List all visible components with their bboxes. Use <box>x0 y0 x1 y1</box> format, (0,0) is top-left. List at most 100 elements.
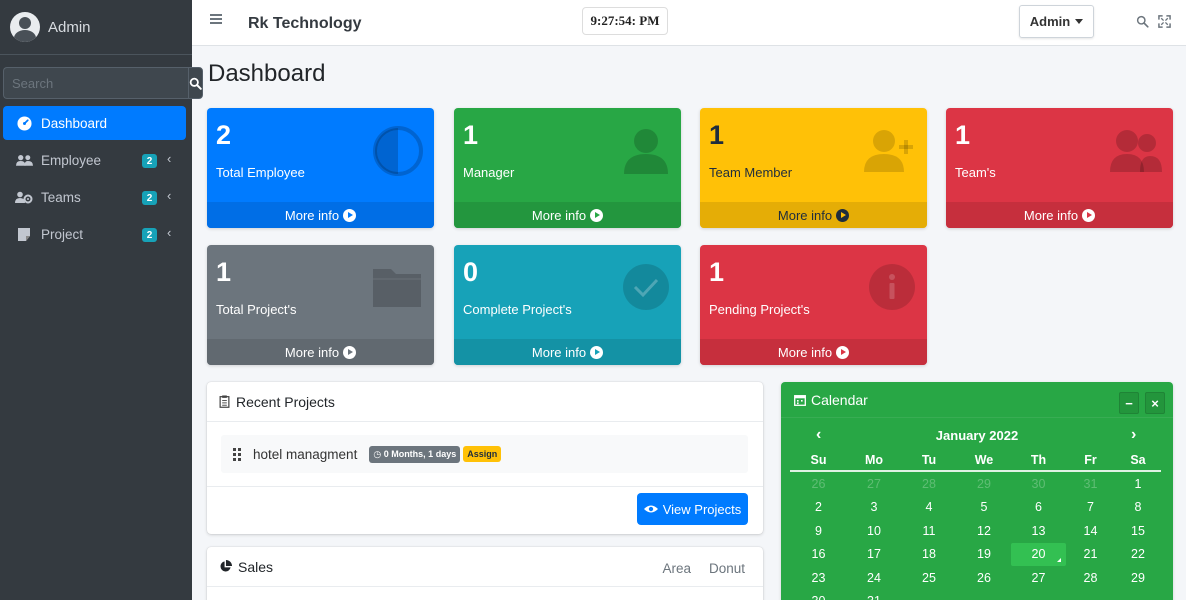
sidebar-item-label: Employee <box>41 152 102 168</box>
view-projects-button[interactable]: View Projects <box>637 493 748 525</box>
weekday-header: Tu <box>901 450 957 472</box>
more-info-link[interactable]: More info <box>700 202 927 228</box>
calendar-day[interactable]: 31 <box>1066 472 1115 496</box>
sidebar-item-project[interactable]: Project 2 ‹ <box>3 217 186 251</box>
sidebar-item-teams[interactable]: Teams 2 ‹ <box>3 180 186 214</box>
search-button[interactable] <box>188 67 203 99</box>
search-icon[interactable] <box>1136 15 1149 28</box>
stat-label: Complete Project's <box>463 302 572 317</box>
sidebar-item-employee[interactable]: Employee 2 ‹ <box>3 143 186 177</box>
calendar-day[interactable]: 19 <box>957 543 1011 567</box>
calendar-day[interactable]: 10 <box>847 519 901 543</box>
calendar-day[interactable]: 28 <box>1066 566 1115 590</box>
more-info-link[interactable]: More info <box>454 339 681 365</box>
calendar-icon <box>794 394 806 406</box>
brand-text: Admin <box>48 18 91 36</box>
more-info-link[interactable]: More info <box>207 339 434 365</box>
top-navbar: Rk Technology 9:27:54: PM Admin <box>192 0 1186 46</box>
minus-icon: − <box>1125 395 1133 411</box>
calendar-day[interactable]: 2 <box>790 496 847 520</box>
stat-label: Total Employee <box>216 165 305 180</box>
calendar-day[interactable]: 22 <box>1115 543 1161 567</box>
calendar-day[interactable]: 26 <box>957 566 1011 590</box>
chart-pie-icon <box>220 560 232 572</box>
calendar-day[interactable]: 23 <box>790 566 847 590</box>
user-menu-dropdown[interactable]: Admin <box>1019 5 1094 38</box>
sales-card: Sales Area Donut <box>207 547 763 600</box>
tab-donut[interactable]: Donut <box>709 561 745 576</box>
arrow-circle-right-icon <box>836 208 850 222</box>
calendar-day[interactable]: 6 <box>1011 496 1066 520</box>
sidebar-item-dashboard[interactable]: Dashboard <box>3 106 186 140</box>
stat-box-pending-projects: 1 Pending Project's More info <box>700 245 927 365</box>
calendar-day[interactable]: 28 <box>901 472 957 496</box>
brand[interactable]: Admin <box>0 0 192 55</box>
chevron-left-icon: ‹ <box>167 151 172 166</box>
duration-badge: ◷ 0 Months, 1 days <box>369 445 461 463</box>
next-month-button[interactable]: › <box>1131 426 1136 444</box>
calendar-day[interactable]: 7 <box>1066 496 1115 520</box>
calendar-day[interactable]: 24 <box>847 566 901 590</box>
calendar-day[interactable]: 30 <box>1011 472 1066 496</box>
calendar-day[interactable]: 11 <box>901 519 957 543</box>
card-title: Calendar <box>811 391 868 408</box>
more-info-link[interactable]: More info <box>946 202 1173 228</box>
duration-text: 0 Months, 1 days <box>383 448 457 459</box>
fullscreen-icon[interactable] <box>1158 15 1171 28</box>
stat-box-team-member: 1 Team Member More info <box>700 108 927 228</box>
calendar-day[interactable]: 29 <box>1115 566 1161 590</box>
calendar-day[interactable]: 1 <box>1115 472 1161 496</box>
calendar-day[interactable]: 15 <box>1115 519 1161 543</box>
calendar-day[interactable]: 14 <box>1066 519 1115 543</box>
more-info-link[interactable]: More info <box>700 339 927 365</box>
more-info-link[interactable]: More info <box>207 202 434 228</box>
search-input[interactable] <box>3 67 188 99</box>
list-item[interactable]: hotel managment ◷ 0 Months, 1 days Assig… <box>221 435 748 473</box>
calendar-day[interactable]: 9 <box>790 519 847 543</box>
calendar-day[interactable]: 5 <box>957 496 1011 520</box>
arrow-circle-right-icon <box>343 208 357 222</box>
more-info-label: More info <box>531 207 587 223</box>
calendar-day[interactable]: 26 <box>790 472 847 496</box>
calendar-day[interactable]: 12 <box>957 519 1011 543</box>
calendar-day[interactable]: 21 <box>1066 543 1115 567</box>
calendar-day[interactable]: 3 <box>847 496 901 520</box>
calendar-day[interactable]: 29 <box>957 472 1011 496</box>
calendar-day[interactable]: 4 <box>901 496 957 520</box>
more-info-label: More info <box>284 207 340 223</box>
calendar-day[interactable]: 20 <box>1011 542 1066 566</box>
sales-tabs: Area Donut <box>662 561 745 576</box>
user-plus-icon <box>864 130 913 172</box>
count-badge: 2 <box>142 228 157 242</box>
calendar-nav: ‹ January 2022 › <box>781 426 1173 446</box>
calendar-day[interactable]: 17 <box>847 543 901 567</box>
caret-down-icon <box>1075 19 1084 24</box>
project-name: hotel managment <box>253 446 358 462</box>
calendar-day[interactable]: 30 <box>790 590 847 600</box>
calendar-day[interactable]: 16 <box>790 543 847 567</box>
clipboard-icon <box>219 395 230 408</box>
calendar-day[interactable]: 18 <box>901 543 957 567</box>
tab-area[interactable]: Area <box>662 561 691 576</box>
calendar-day[interactable]: 13 <box>1011 519 1066 543</box>
calendar-month[interactable]: January 2022 <box>781 428 1173 443</box>
calendar-day[interactable]: 8 <box>1115 496 1161 520</box>
stat-value: 2 <box>216 120 232 150</box>
arrow-circle-right-icon <box>590 345 604 359</box>
calendar-day[interactable]: 27 <box>847 472 901 496</box>
stat-label: Team's <box>955 165 996 180</box>
stat-value: 1 <box>955 120 971 150</box>
hamburger-icon[interactable] <box>210 14 222 24</box>
more-info-link[interactable]: More info <box>454 202 681 228</box>
drag-handle-icon[interactable] <box>233 447 241 461</box>
search-icon <box>189 77 202 90</box>
sidebar-search <box>3 67 203 99</box>
calendar-day[interactable]: 25 <box>901 566 957 590</box>
collapse-button[interactable]: − <box>1119 392 1139 414</box>
stat-box-manager: 1 Manager More info <box>454 108 681 228</box>
chevron-left-icon: ‹ <box>167 225 172 240</box>
close-button[interactable]: × <box>1145 392 1165 414</box>
calendar-day[interactable]: 31 <box>847 590 901 600</box>
stat-box-complete-projects: 0 Complete Project's More info <box>454 245 681 365</box>
calendar-day[interactable]: 27 <box>1011 566 1066 590</box>
